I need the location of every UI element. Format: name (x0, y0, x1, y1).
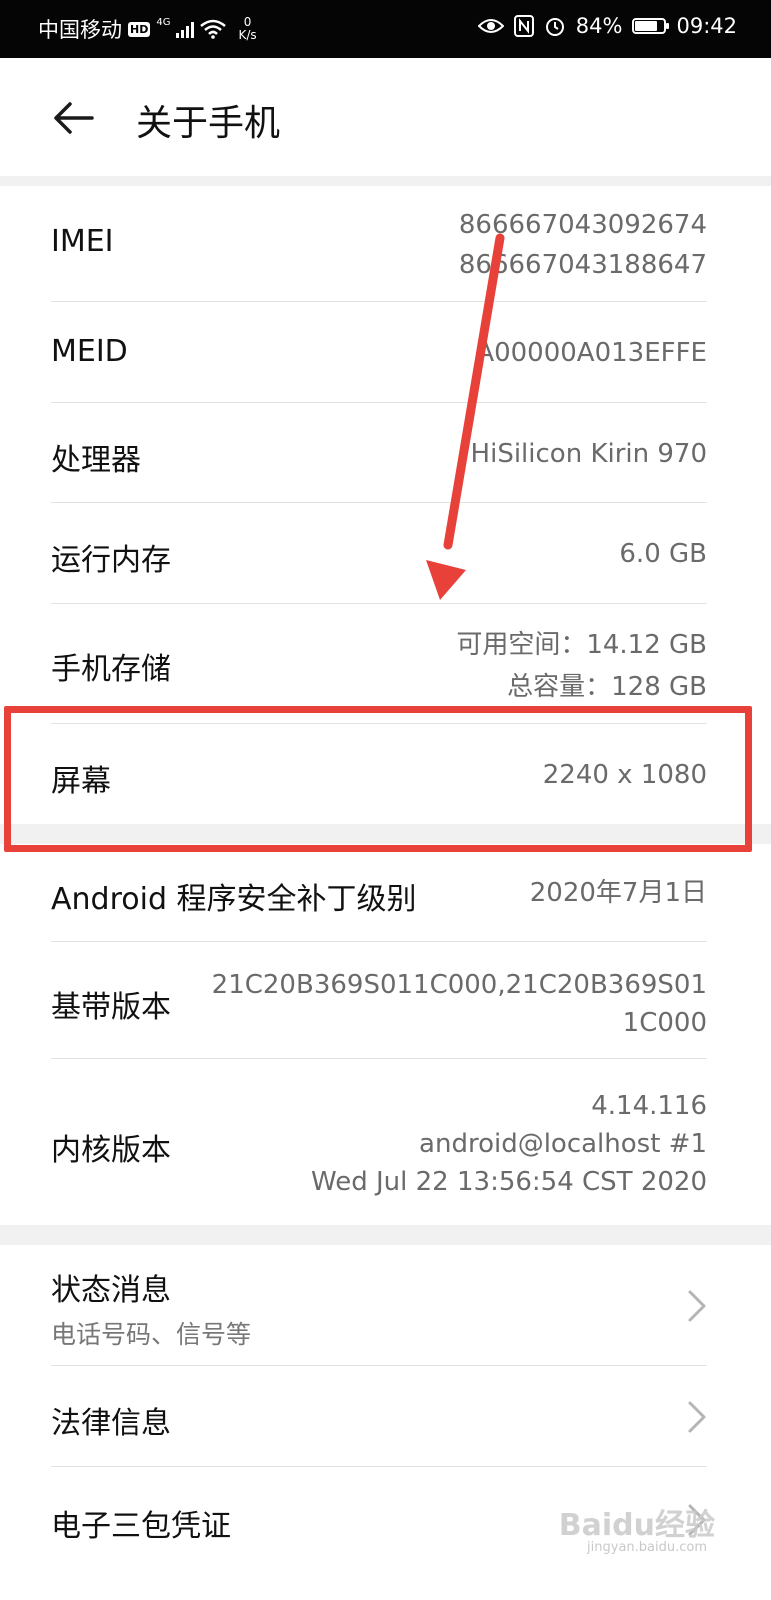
baidu-watermark: Baidu经验 (558, 1508, 715, 1543)
annotation-highlight-box (4, 706, 752, 852)
baidu-watermark-url: jingyan.baidu.com (587, 1540, 707, 1555)
